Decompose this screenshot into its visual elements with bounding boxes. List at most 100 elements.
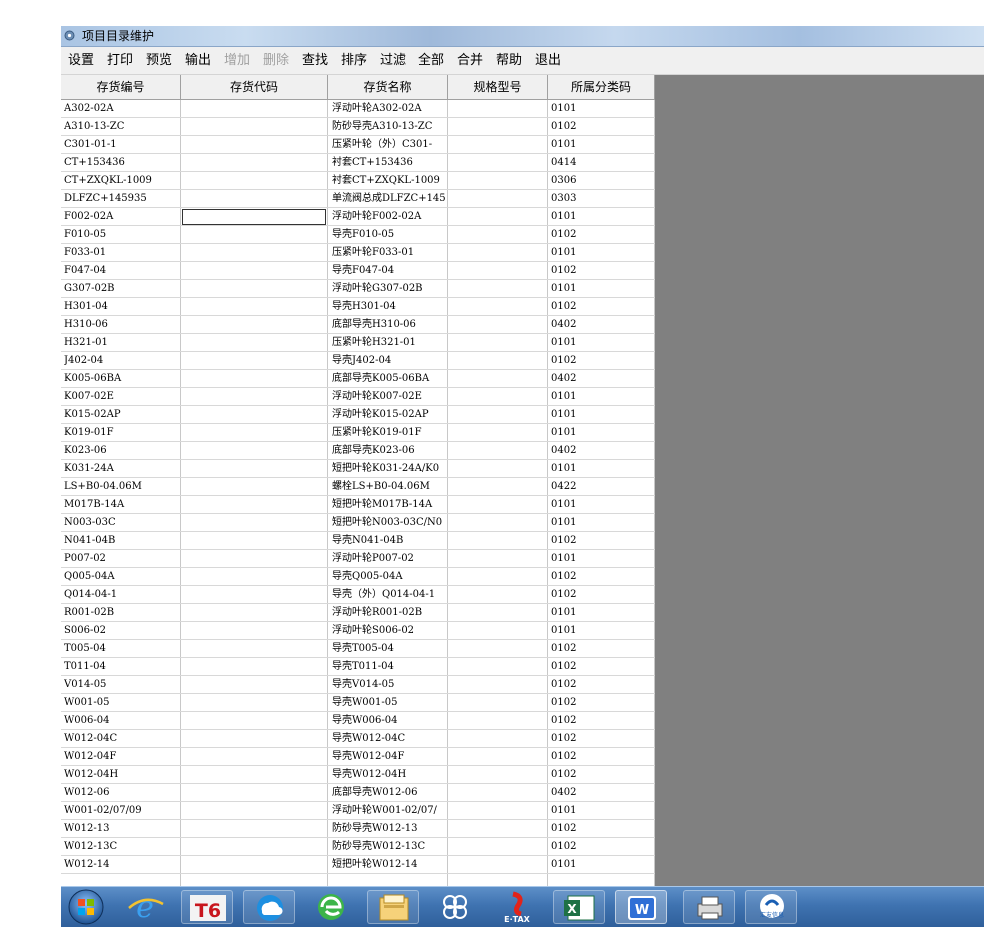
cell-spec-model[interactable] [451, 784, 545, 801]
table-row[interactable]: W012-14 短把叶轮W012-14 0101 [61, 856, 655, 874]
cell-item-code[interactable] [182, 334, 326, 351]
cell-item-number[interactable]: W012-04C [64, 730, 179, 747]
cell-spec-model[interactable] [451, 838, 545, 855]
cell-spec-model[interactable] [451, 298, 545, 315]
menu-item[interactable]: 打印 [107, 53, 133, 69]
cell-category-code[interactable]: 0101 [551, 496, 651, 513]
cell-item-name[interactable]: 导壳W012-04C [332, 730, 449, 747]
cell-category-code[interactable]: 0101 [551, 208, 651, 225]
cell-item-number[interactable]: K005-06BA [64, 370, 179, 387]
cell-spec-model[interactable] [451, 694, 545, 711]
table-row[interactable]: CT+153436 衬套CT+153436 0414 [61, 154, 655, 172]
cell-spec-model[interactable] [451, 640, 545, 657]
cell-item-name[interactable]: 导壳J402-04 [332, 352, 449, 369]
title-bar[interactable]: 项目目录维护 [61, 26, 984, 47]
cell-category-code[interactable]: 0101 [551, 856, 651, 873]
table-row[interactable]: M017B-14A 短把叶轮M017B-14A 0101 [61, 496, 655, 514]
table-row[interactable]: W012-04H 导壳W012-04H 0102 [61, 766, 655, 784]
cell-item-name[interactable]: 浮动叶轮G307-02B [332, 280, 449, 297]
table-row[interactable]: C301-01-1 压紧叶轮（外）C301- 0101 [61, 136, 655, 154]
cell-item-code[interactable] [182, 514, 326, 531]
table-row[interactable]: T011-04 导壳T011-04 0102 [61, 658, 655, 676]
table-row[interactable]: LS+B0-04.06M 螺栓LS+B0-04.06M 0422 [61, 478, 655, 496]
cell-item-code[interactable] [182, 568, 326, 585]
cell-category-code[interactable]: 0303 [551, 190, 651, 207]
cell-category-code[interactable]: 0102 [551, 838, 651, 855]
column-header-item-name[interactable]: 存货名称 [328, 75, 448, 100]
cell-category-code[interactable]: 0101 [551, 280, 651, 297]
cell-spec-model[interactable] [451, 316, 545, 333]
cell-category-code[interactable]: 0101 [551, 514, 651, 531]
cell-spec-model[interactable] [451, 586, 545, 603]
cell-item-number[interactable]: F047-04 [64, 262, 179, 279]
cell-item-name[interactable]: 防砂导壳W012-13 [332, 820, 449, 837]
cell-item-code[interactable] [182, 784, 326, 801]
table-row[interactable]: S006-02 浮动叶轮S006-02 0101 [61, 622, 655, 640]
cell-item-code[interactable] [182, 388, 326, 405]
cell-item-number[interactable]: H321-01 [64, 334, 179, 351]
cell-item-name[interactable]: 导壳Q005-04A [332, 568, 449, 585]
cell-item-number[interactable]: W006-04 [64, 712, 179, 729]
cell-item-number[interactable]: W012-04H [64, 766, 179, 783]
cell-item-name[interactable]: 浮动叶轮P007-02 [332, 550, 449, 567]
cell-item-number[interactable]: V014-05 [64, 676, 179, 693]
cell-category-code[interactable]: 0101 [551, 388, 651, 405]
cell-item-code[interactable] [182, 190, 326, 207]
cell-spec-model[interactable] [451, 118, 545, 135]
menu-item[interactable]: 增加 [224, 53, 250, 69]
cell-item-name[interactable]: 底部导壳H310-06 [332, 316, 449, 333]
cell-item-number[interactable]: H310-06 [64, 316, 179, 333]
cell-item-code[interactable] [182, 370, 326, 387]
cell-item-name[interactable]: 压紧叶轮K019-01F [332, 424, 449, 441]
cell-item-name[interactable]: 导壳W001-05 [332, 694, 449, 711]
cell-category-code[interactable]: 0102 [551, 568, 651, 585]
cell-item-number[interactable]: CT+153436 [64, 154, 179, 171]
cell-item-number[interactable]: T011-04 [64, 658, 179, 675]
cell-item-code[interactable] [182, 550, 326, 567]
cell-spec-model[interactable] [451, 748, 545, 765]
cell-category-code[interactable]: 0102 [551, 748, 651, 765]
cell-spec-model[interactable] [451, 658, 545, 675]
cell-spec-model[interactable] [451, 262, 545, 279]
cell-category-code[interactable]: 0102 [551, 532, 651, 549]
cell-category-code[interactable]: 0402 [551, 784, 651, 801]
t6-app-icon[interactable]: T6 [181, 890, 233, 924]
cell-item-name[interactable]: 导壳F010-05 [332, 226, 449, 243]
cell-item-code[interactable] [182, 496, 326, 513]
cell-item-code[interactable] [182, 460, 326, 477]
cell-item-name[interactable]: 浮动叶轮K015-02AP [332, 406, 449, 423]
cell-item-name[interactable]: 底部导壳K023-06 [332, 442, 449, 459]
cell-spec-model[interactable] [451, 856, 545, 873]
cell-item-name[interactable]: 衬套CT+ZXQKL-1009 [332, 172, 449, 189]
cell-spec-model[interactable] [451, 244, 545, 261]
cell-spec-model[interactable] [451, 172, 545, 189]
cell-item-name[interactable]: 单流阀总成DLFZC+145 [332, 190, 449, 207]
cell-item-code[interactable] [182, 280, 326, 297]
column-header-item-number[interactable]: 存货编号 [61, 75, 181, 100]
cell-item-number[interactable]: P007-02 [64, 550, 179, 567]
table-row[interactable]: N003-03C 短把叶轮N003-03C/N0 0101 [61, 514, 655, 532]
cell-category-code[interactable]: 0102 [551, 640, 651, 657]
cell-item-number[interactable]: W001-02/07/09 [64, 802, 179, 819]
cell-item-number[interactable]: J402-04 [64, 352, 179, 369]
menu-item[interactable]: 过滤 [380, 53, 406, 69]
cell-item-number[interactable]: K015-02AP [64, 406, 179, 423]
cell-spec-model[interactable] [451, 442, 545, 459]
cell-item-name[interactable]: 防砂导壳A310-13-ZC [332, 118, 449, 135]
cell-category-code[interactable]: 0306 [551, 172, 651, 189]
cell-spec-model[interactable] [451, 226, 545, 243]
cell-item-code[interactable] [182, 118, 326, 135]
table-row[interactable]: A302-02A 浮动叶轮A302-02A 0101 [61, 100, 655, 118]
cell-item-code[interactable] [182, 658, 326, 675]
cell-spec-model[interactable] [451, 676, 545, 693]
cell-item-code[interactable] [182, 532, 326, 549]
cell-category-code[interactable]: 0402 [551, 370, 651, 387]
menu-item[interactable]: 查找 [302, 53, 328, 69]
cell-item-name[interactable]: 导壳W006-04 [332, 712, 449, 729]
cell-category-code[interactable]: 0102 [551, 766, 651, 783]
cell-item-name[interactable]: 浮动叶轮S006-02 [332, 622, 449, 639]
huiyou-app-icon[interactable]: 汇友信息 [745, 890, 797, 924]
table-row[interactable]: F033-01 压紧叶轮F033-01 0101 [61, 244, 655, 262]
cell-item-number[interactable]: W012-13C [64, 838, 179, 855]
cell-item-code[interactable] [182, 712, 326, 729]
